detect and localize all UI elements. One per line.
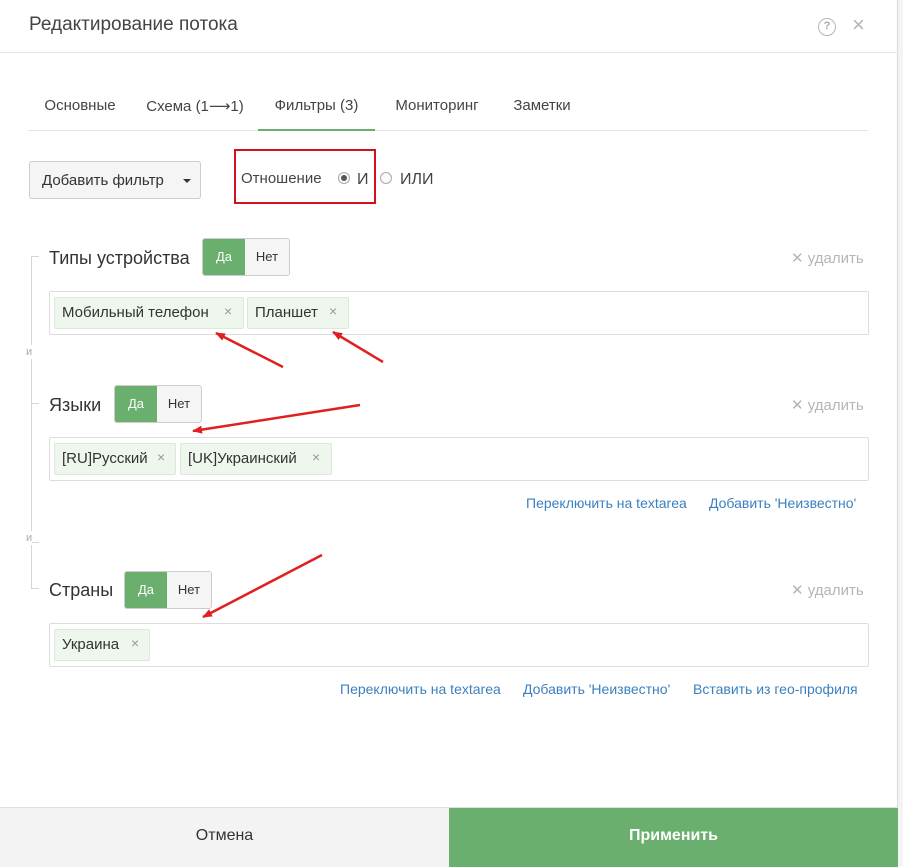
- connector-and-label: и: [26, 531, 33, 545]
- tag-russian: [RU]Русский ×: [54, 443, 176, 475]
- relation-and-label: И: [357, 171, 369, 188]
- relation-or-label: ИЛИ: [400, 171, 434, 188]
- arrow-to-tablet-tag: [332, 330, 384, 364]
- toggle-no-button[interactable]: Нет: [245, 239, 289, 275]
- tag-label: Мобильный телефон: [62, 304, 209, 321]
- relation-and-radio[interactable]: [338, 172, 350, 184]
- languages-tag-input[interactable]: [RU]Русский × [UK]Украинский ×: [49, 437, 869, 481]
- relation-or-radio[interactable]: [380, 172, 392, 184]
- filter-title-languages: Языки: [49, 395, 102, 415]
- device-types-yes-no-toggle: Да Нет: [202, 238, 290, 276]
- switch-to-textarea-link[interactable]: Переключить на textarea: [526, 495, 687, 511]
- remove-filter-link[interactable]: ✕ удалить: [791, 249, 864, 267]
- device-types-tag-input[interactable]: Мобильный телефон × Планшет ×: [49, 291, 869, 335]
- apply-button[interactable]: Применить: [449, 808, 898, 867]
- group-bracket-2: [31, 403, 39, 589]
- insert-from-geo-profile-link[interactable]: Вставить из гео-профиля: [693, 681, 858, 697]
- tag-remove-icon[interactable]: ×: [312, 449, 320, 465]
- tag-tablet: Планшет ×: [247, 297, 349, 329]
- filter-title-device-types: Типы устройства: [49, 248, 190, 268]
- toggle-no-button[interactable]: Нет: [167, 572, 211, 608]
- tab-filters[interactable]: Фильтры (3): [258, 85, 375, 131]
- add-unknown-link[interactable]: Добавить 'Неизвестно': [709, 495, 856, 511]
- arrow-to-mobile-tag: [215, 331, 284, 369]
- tag-mobile-phone: Мобильный телефон ×: [54, 297, 244, 329]
- switch-to-textarea-link[interactable]: Переключить на textarea: [340, 681, 501, 697]
- tag-label: Украина: [62, 636, 120, 653]
- languages-yes-no-toggle: Да Нет: [114, 385, 202, 423]
- add-filter-label: Добавить фильтр: [42, 172, 164, 189]
- tag-label: [UK]Украинский: [188, 450, 297, 467]
- tag-label: Планшет: [255, 304, 318, 321]
- tab-main[interactable]: Основные: [28, 85, 132, 131]
- tab-notes[interactable]: Заметки: [502, 85, 582, 131]
- toggle-yes-button[interactable]: Да: [115, 386, 157, 422]
- tag-remove-icon[interactable]: ×: [157, 449, 165, 465]
- tag-remove-icon[interactable]: ×: [224, 303, 232, 319]
- countries-tag-input[interactable]: Украина ×: [49, 623, 869, 667]
- remove-filter-link[interactable]: ✕ удалить: [791, 396, 864, 414]
- arrow-to-country-tag: [202, 553, 323, 619]
- toggle-no-button[interactable]: Нет: [157, 386, 201, 422]
- help-icon[interactable]: ?: [818, 18, 836, 36]
- tag-remove-icon[interactable]: ×: [329, 303, 337, 319]
- background-edge: [898, 0, 903, 866]
- add-filter-dropdown[interactable]: Добавить фильтр: [29, 161, 201, 199]
- dialog-footer: Отмена Применить: [0, 807, 898, 867]
- toggle-yes-button[interactable]: Да: [125, 572, 167, 608]
- close-icon[interactable]: ×: [852, 14, 865, 36]
- filter-title-countries: Страны: [49, 580, 114, 600]
- connector-and-label: и: [26, 345, 33, 359]
- caret-down-icon: [183, 179, 191, 183]
- cancel-button[interactable]: Отмена: [0, 808, 449, 867]
- dialog-header: Редактирование потока ? ×: [0, 0, 898, 53]
- tag-remove-icon[interactable]: ×: [131, 635, 139, 651]
- arrow-to-language-tags: [192, 403, 361, 434]
- countries-yes-no-toggle: Да Нет: [124, 571, 212, 609]
- relation-label: Отношение: [241, 170, 322, 187]
- tab-monitoring[interactable]: Мониторинг: [382, 85, 492, 131]
- add-unknown-link[interactable]: Добавить 'Неизвестно': [523, 681, 670, 697]
- tag-ukraine: Украина ×: [54, 629, 150, 661]
- tab-scheme[interactable]: Схема (1⟶1): [134, 85, 256, 131]
- dialog-title: Редактирование потока: [29, 14, 238, 35]
- tag-ukrainian: [UK]Украинский ×: [180, 443, 332, 475]
- tab-bar: Основные Схема (1⟶1) Фильтры (3) Монитор…: [28, 85, 868, 131]
- tag-label: [RU]Русский: [62, 450, 148, 467]
- edit-stream-dialog: Редактирование потока ? × Основные Схема…: [0, 0, 898, 867]
- toggle-yes-button[interactable]: Да: [203, 239, 245, 275]
- remove-filter-link[interactable]: ✕ удалить: [791, 581, 864, 599]
